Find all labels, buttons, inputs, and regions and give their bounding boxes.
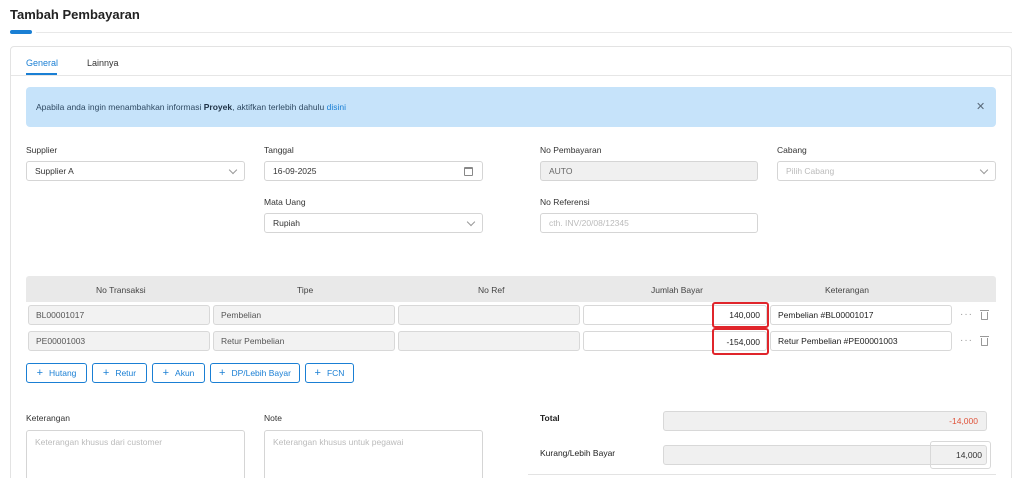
row1-jumlah-bayar[interactable]: 140,000 xyxy=(712,302,769,328)
total-label: Total xyxy=(540,413,560,423)
row1-no-transaksi: BL00001017 xyxy=(28,305,210,325)
row2-trash-icon[interactable] xyxy=(980,336,989,346)
chevron-down-icon xyxy=(228,165,238,175)
row2-no-transaksi: PE00001003 xyxy=(28,331,210,351)
column-header-jumlah-bayar: Jumlah Bayar xyxy=(651,285,703,295)
row2-tipe: Retur Pembelian xyxy=(213,331,395,351)
tanggal-date-input[interactable]: 16-09-2025 xyxy=(264,161,483,181)
cabang-label: Cabang xyxy=(777,145,807,155)
plus-icon: + xyxy=(314,366,321,379)
total-value-box: -14,000 xyxy=(663,411,987,431)
column-header-tipe: Tipe xyxy=(297,285,314,295)
page-title: Tambah Pembayaran xyxy=(10,7,140,22)
row1-more-icon[interactable]: ··· xyxy=(960,309,973,320)
add-retur-label: Retur xyxy=(115,368,137,378)
row2-jumlah-bayar[interactable]: -154,000 xyxy=(712,328,769,355)
column-header-no-ref: No Ref xyxy=(478,285,505,295)
alert-text-before: Apabila anda ingin menambahkan informasi xyxy=(36,102,204,112)
keterangan-label: Keterangan xyxy=(26,413,70,423)
column-header-no-transaksi: No Transaksi xyxy=(96,285,146,295)
no-referensi-placeholder: cth. INV/20/08/12345 xyxy=(549,218,629,228)
add-retur-button[interactable]: + Retur xyxy=(92,363,147,383)
row1-keterangan-input[interactable]: Pembelian #BL00001017 xyxy=(770,305,952,325)
calendar-icon[interactable] xyxy=(464,167,473,176)
cabang-placeholder: Pilih Cabang xyxy=(786,166,835,176)
tanggal-label: Tanggal xyxy=(264,145,294,155)
row1-no-ref xyxy=(398,305,580,325)
plus-icon: + xyxy=(36,366,43,379)
chevron-down-icon xyxy=(466,217,476,227)
chevron-down-icon xyxy=(979,165,989,175)
add-dp-label: DP/Lebih Bayar xyxy=(231,368,291,378)
alert-message: Apabila anda ingin menambahkan informasi… xyxy=(36,102,346,112)
supplier-select[interactable]: Supplier A xyxy=(26,161,245,181)
no-referensi-label: No Referensi xyxy=(540,197,590,207)
add-akun-label: Akun xyxy=(175,368,195,378)
add-dp-lebih-bayar-button[interactable]: + DP/Lebih Bayar xyxy=(210,363,300,383)
supplier-label: Supplier xyxy=(26,145,58,155)
tab-lainnya[interactable]: Lainnya xyxy=(87,58,119,68)
add-hutang-label: Hutang xyxy=(49,368,77,378)
cabang-select[interactable]: Pilih Cabang xyxy=(777,161,996,181)
add-hutang-button[interactable]: + Hutang xyxy=(26,363,87,383)
row2-no-ref xyxy=(398,331,580,351)
keterangan-textarea[interactable]: Keterangan khusus dari customer xyxy=(26,430,245,478)
add-fcn-label: FCN xyxy=(326,368,345,378)
title-underline xyxy=(10,30,32,34)
add-fcn-button[interactable]: + FCN xyxy=(305,363,354,383)
no-referensi-input[interactable]: cth. INV/20/08/12345 xyxy=(540,213,758,233)
plus-icon: + xyxy=(219,366,226,379)
mata-uang-value: Rupiah xyxy=(273,218,300,228)
note-textarea[interactable]: Keterangan khusus untuk pegawai xyxy=(264,430,483,478)
row1-tipe: Pembelian xyxy=(213,305,395,325)
summary-divider xyxy=(528,474,996,475)
alert-text-after: , aktifkan terlebih dahulu xyxy=(232,102,327,112)
close-icon[interactable]: ✕ xyxy=(976,100,985,113)
kurang-lebih-bayar-value: 14,000 xyxy=(930,441,991,469)
tab-general[interactable]: General xyxy=(26,58,58,68)
row1-trash-icon[interactable] xyxy=(980,310,989,320)
no-pembayaran-value: AUTO xyxy=(549,166,573,176)
no-pembayaran-input: AUTO xyxy=(540,161,758,181)
tabs-divider xyxy=(11,75,1011,76)
column-header-keterangan: Keterangan xyxy=(825,285,869,295)
plus-icon: + xyxy=(102,366,110,379)
plus-icon: + xyxy=(162,366,170,379)
mata-uang-label: Mata Uang xyxy=(264,197,306,207)
title-divider xyxy=(36,32,1012,33)
kurang-lebih-bayar-label: Kurang/Lebih Bayar xyxy=(540,448,616,458)
note-label: Note xyxy=(264,413,282,423)
add-akun-button[interactable]: + Akun xyxy=(152,363,205,383)
supplier-value: Supplier A xyxy=(35,166,74,176)
total-value: -14,000 xyxy=(949,416,978,426)
mata-uang-select[interactable]: Rupiah xyxy=(264,213,483,233)
row2-more-icon[interactable]: ··· xyxy=(960,335,973,346)
alert-bold-proyek: Proyek xyxy=(203,102,233,112)
row2-keterangan-input[interactable]: Retur Pembelian #PE00001003 xyxy=(770,331,952,351)
tanggal-value: 16-09-2025 xyxy=(273,166,317,176)
alert-link-disini[interactable]: disini xyxy=(327,102,346,112)
no-pembayaran-label: No Pembayaran xyxy=(540,145,602,155)
